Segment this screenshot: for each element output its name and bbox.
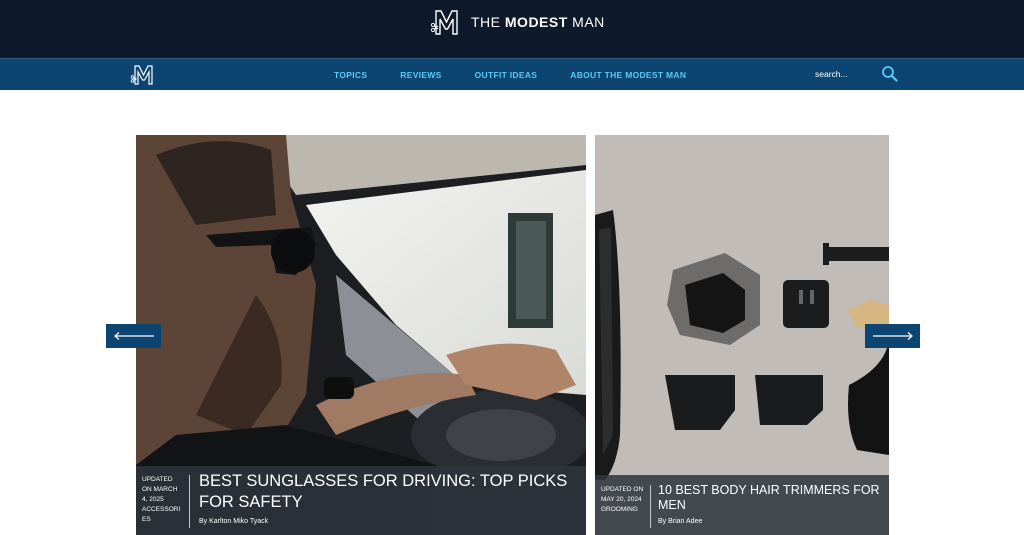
post-title[interactable]: 10 BEST BODY HAIR TRIMMERS FOR MEN: [658, 483, 883, 513]
slide-card[interactable]: UPDATED ON MARCH 4, 2025 ACCESSORI ES BE…: [136, 135, 586, 535]
nav-about[interactable]: ABOUT THE MODEST MAN: [570, 70, 686, 80]
main-nav: TOPICS REVIEWS OUTFIT IDEAS ABOUT THE MO…: [0, 58, 1024, 90]
slider-next-button[interactable]: [865, 324, 920, 348]
nav-reviews[interactable]: REVIEWS: [400, 70, 441, 80]
brand-logo-link[interactable]: THE MODEST MAN: [430, 8, 605, 36]
brand-name: THE MODEST MAN: [471, 14, 605, 30]
post-byline[interactable]: By Brian Adee: [658, 518, 702, 525]
search-icon[interactable]: [881, 65, 898, 82]
slide-caption: UPDATED ON MAY 20, 2024 GROOMING 10 BEST…: [595, 475, 889, 535]
post-meta: UPDATED ON MARCH 4, 2025 ACCESSORI ES: [142, 476, 181, 523]
post-meta: UPDATED ON MAY 20, 2024 GROOMING: [601, 486, 644, 513]
arrow-left-icon: [113, 332, 154, 340]
post-title[interactable]: BEST SUNGLASSES FOR DRIVING: TOP PICKS F…: [199, 471, 579, 513]
arrow-right-icon: [872, 332, 913, 340]
slider-prev-button[interactable]: [106, 324, 161, 348]
site-header: THE MODEST MAN: [0, 0, 1024, 58]
nav-outfit-ideas[interactable]: OUTFIT IDEAS: [475, 70, 538, 80]
modest-man-small-logo-icon[interactable]: [130, 64, 157, 85]
search-input[interactable]: search...: [815, 69, 848, 79]
slide-card[interactable]: UPDATED ON MAY 20, 2024 GROOMING 10 BEST…: [595, 135, 889, 535]
slide-caption: UPDATED ON MARCH 4, 2025 ACCESSORI ES BE…: [136, 466, 586, 535]
nav-links: TOPICS REVIEWS OUTFIT IDEAS ABOUT THE MO…: [334, 59, 686, 90]
divider: [189, 475, 190, 528]
modest-man-logo-icon: [430, 10, 458, 35]
divider: [650, 485, 651, 528]
post-byline[interactable]: By Karlton Miko Tyack: [199, 518, 268, 525]
nav-topics[interactable]: TOPICS: [334, 70, 367, 80]
